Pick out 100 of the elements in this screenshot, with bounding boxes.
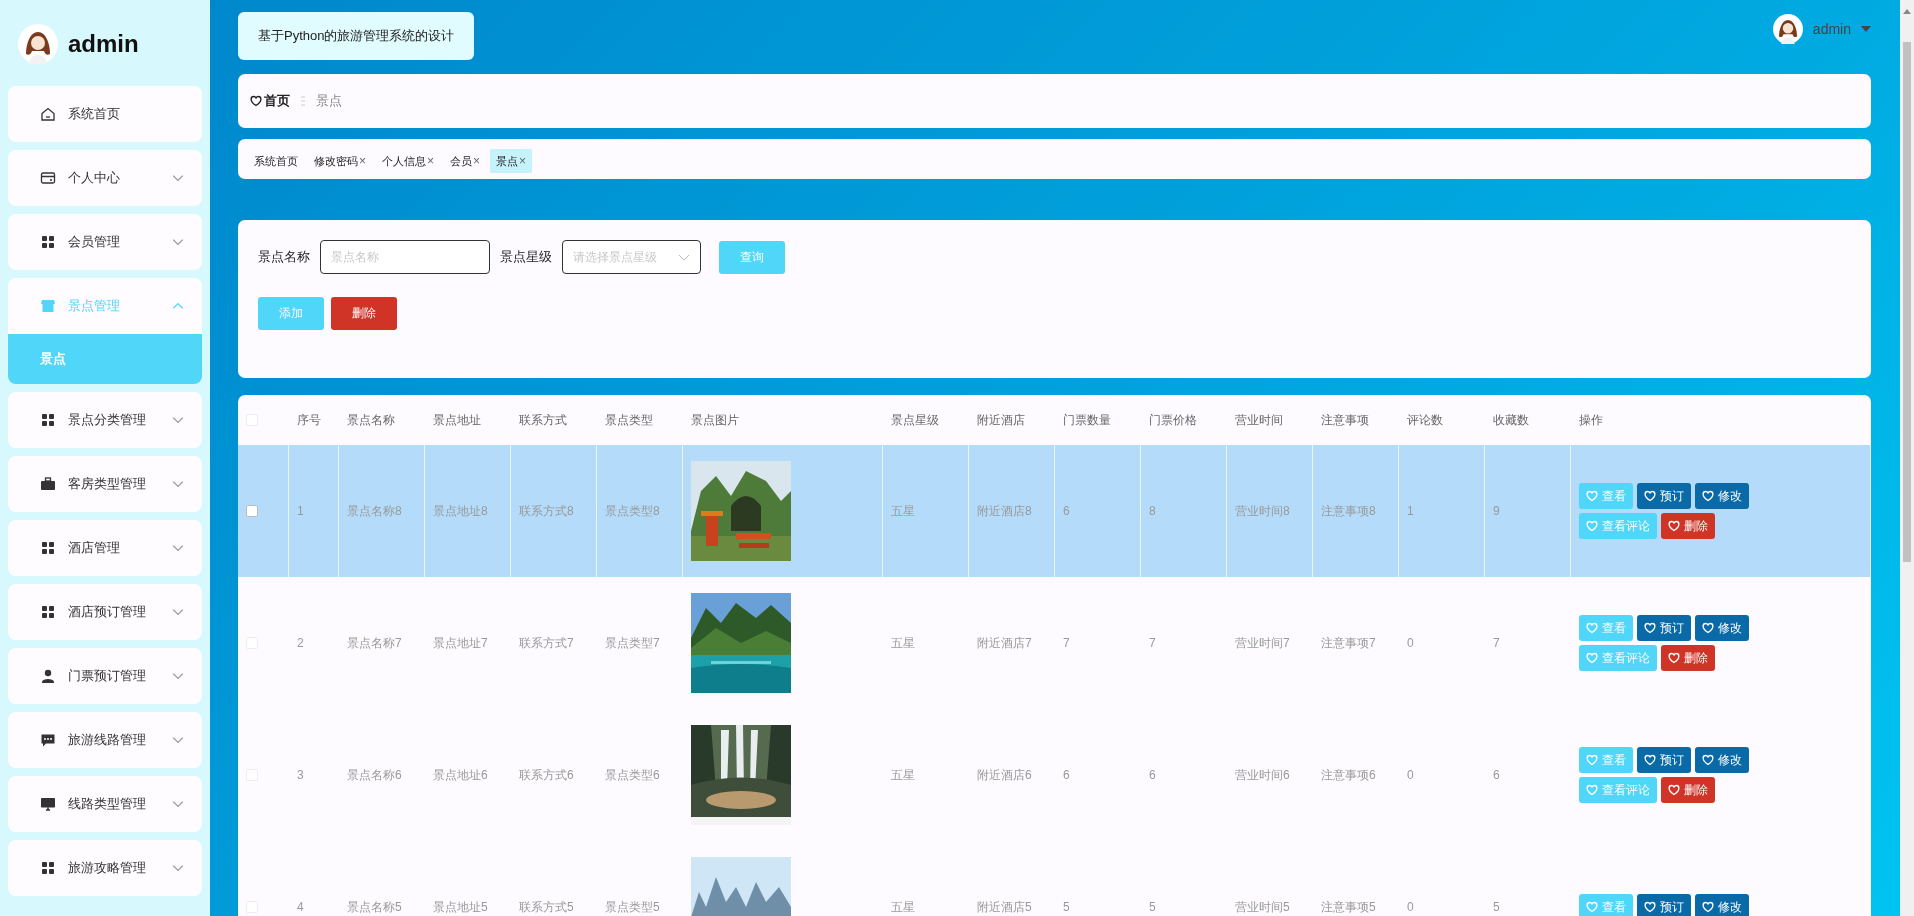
column-header: 序号: [297, 411, 321, 429]
table-cell: 附近酒店8: [977, 502, 1032, 520]
table-cell: 3: [297, 768, 304, 782]
heart-icon: [1586, 490, 1598, 502]
table-row[interactable]: 1 景点名称8 景点地址8 联系方式8 景点类型8 五星 附近酒店8 6 8 营业时间8 注意事项8 1 9 查看 预订 修改 查看评论 删除: [238, 445, 1871, 577]
shop-icon: [40, 298, 56, 314]
table-cell: 五星: [891, 766, 915, 784]
menu-item[interactable]: 景点分类管理: [8, 392, 202, 448]
field-label: 景点星级: [500, 248, 552, 266]
table-cell: 7: [1063, 636, 1070, 650]
chat-icon: [40, 732, 56, 748]
column-header: 门票数量: [1063, 411, 1111, 429]
action-button[interactable]: 修改: [1695, 747, 1749, 773]
dropdown-icon: [1861, 26, 1871, 32]
avatar-icon: [1772, 14, 1803, 44]
column-header: 景点名称: [347, 411, 395, 429]
menu-item[interactable]: 门票预订管理: [8, 648, 202, 704]
table-cell: 9: [1493, 504, 1500, 518]
menu-item[interactable]: 系统首页: [8, 86, 202, 142]
delete-button[interactable]: 删除: [1661, 777, 1715, 803]
breadcrumb-link[interactable]: 首页: [250, 92, 290, 110]
column-header: 景点类型: [605, 411, 653, 429]
heart-icon: [1702, 754, 1714, 766]
table-cell: 附近酒店5: [977, 898, 1032, 916]
table-cell: 8: [1149, 504, 1156, 518]
heart-icon: [1586, 754, 1598, 766]
action-button[interactable]: 预订: [1637, 894, 1691, 916]
table-cell: 联系方式7: [519, 634, 574, 652]
scroll-up-icon: [1903, 8, 1911, 14]
table-cell: 5: [1493, 900, 1500, 914]
action-button[interactable]: 预订: [1637, 483, 1691, 509]
table-cell: 注意事项7: [1321, 634, 1376, 652]
table-cell: 营业时间7: [1235, 634, 1290, 652]
table-cell: 0: [1407, 768, 1414, 782]
delete-button[interactable]: 删除: [331, 297, 397, 330]
action-button[interactable]: 修改: [1695, 483, 1749, 509]
menu-item[interactable]: 线路类型管理: [8, 776, 202, 832]
table-cell: 景点类型5: [605, 898, 660, 916]
table-cell: 注意事项8: [1321, 502, 1376, 520]
column-header: 营业时间: [1235, 411, 1283, 429]
home-icon: [40, 106, 56, 122]
action-button[interactable]: 预订: [1637, 615, 1691, 641]
action-button[interactable]: 预订: [1637, 747, 1691, 773]
scrollbar-thumb[interactable]: [1903, 42, 1911, 562]
menu-item[interactable]: 个人中心: [8, 150, 202, 206]
avatar-icon: [18, 24, 58, 64]
tab[interactable]: 个人信息×: [376, 149, 441, 173]
menu-item[interactable]: 会员管理: [8, 214, 202, 270]
heart-icon: [1586, 901, 1598, 913]
table-cell: 0: [1407, 900, 1414, 914]
column-header: 评论数: [1407, 411, 1443, 429]
table-cell: 6: [1063, 504, 1070, 518]
menu-item[interactable]: 客房类型管理: [8, 456, 202, 512]
field-label: 景点名称: [258, 248, 310, 266]
table-cell: 景点地址7: [433, 634, 488, 652]
heart-icon: [1586, 784, 1598, 796]
heart-icon: [1644, 754, 1656, 766]
table-cell: 五星: [891, 502, 915, 520]
table-cell: 6: [1149, 768, 1156, 782]
grid-icon: [40, 540, 56, 556]
heart-icon: [250, 95, 262, 107]
table-cell: 6: [1063, 768, 1070, 782]
user-menu[interactable]: admin: [1772, 14, 1871, 44]
table-cell: 联系方式8: [519, 502, 574, 520]
table-cell: 6: [1493, 768, 1500, 782]
tab[interactable]: 会员×: [444, 149, 487, 173]
tab[interactable]: 系统首页: [248, 149, 304, 173]
tab[interactable]: 景点×: [490, 149, 533, 173]
delete-button[interactable]: 删除: [1661, 645, 1715, 671]
tab[interactable]: 修改密码×: [308, 149, 372, 173]
table-cell: 景点类型7: [605, 634, 660, 652]
column-header: 操作: [1579, 411, 1603, 429]
table-cell: 注意事项5: [1321, 898, 1376, 916]
action-button[interactable]: 修改: [1695, 615, 1749, 641]
system-title: 基于Python的旅游管理系统的设计: [238, 12, 475, 60]
heart-icon: [1702, 490, 1714, 502]
scrollbar[interactable]: [1900, 0, 1914, 916]
grid-icon: [40, 234, 56, 250]
monitor-icon: [40, 796, 56, 812]
menu-item[interactable]: 酒店管理: [8, 520, 202, 576]
menu-item[interactable]: 旅游线路管理: [8, 712, 202, 768]
table-cell: 7: [1493, 636, 1500, 650]
action-button[interactable]: 修改: [1695, 894, 1749, 916]
column-header: 联系方式: [519, 411, 567, 429]
checkbox[interactable]: [246, 505, 258, 517]
column-header: 注意事项: [1321, 411, 1369, 429]
menu-item[interactable]: 旅游攻略管理: [8, 840, 202, 896]
table-cell: 景点地址8: [433, 502, 488, 520]
column-header: 门票价格: [1149, 411, 1197, 429]
delete-button[interactable]: 删除: [1661, 513, 1715, 539]
menu-item[interactable]: 酒店预订管理: [8, 584, 202, 640]
table-cell: 营业时间6: [1235, 766, 1290, 784]
grid-icon: [40, 860, 56, 876]
table-cell: 联系方式6: [519, 766, 574, 784]
separator-icon: [300, 95, 306, 107]
brand-name: admin: [68, 30, 139, 58]
heart-icon: [1702, 901, 1714, 913]
table-cell: 景点名称7: [347, 634, 402, 652]
table-cell: 4: [297, 900, 304, 914]
table-cell: 景点地址5: [433, 898, 488, 916]
